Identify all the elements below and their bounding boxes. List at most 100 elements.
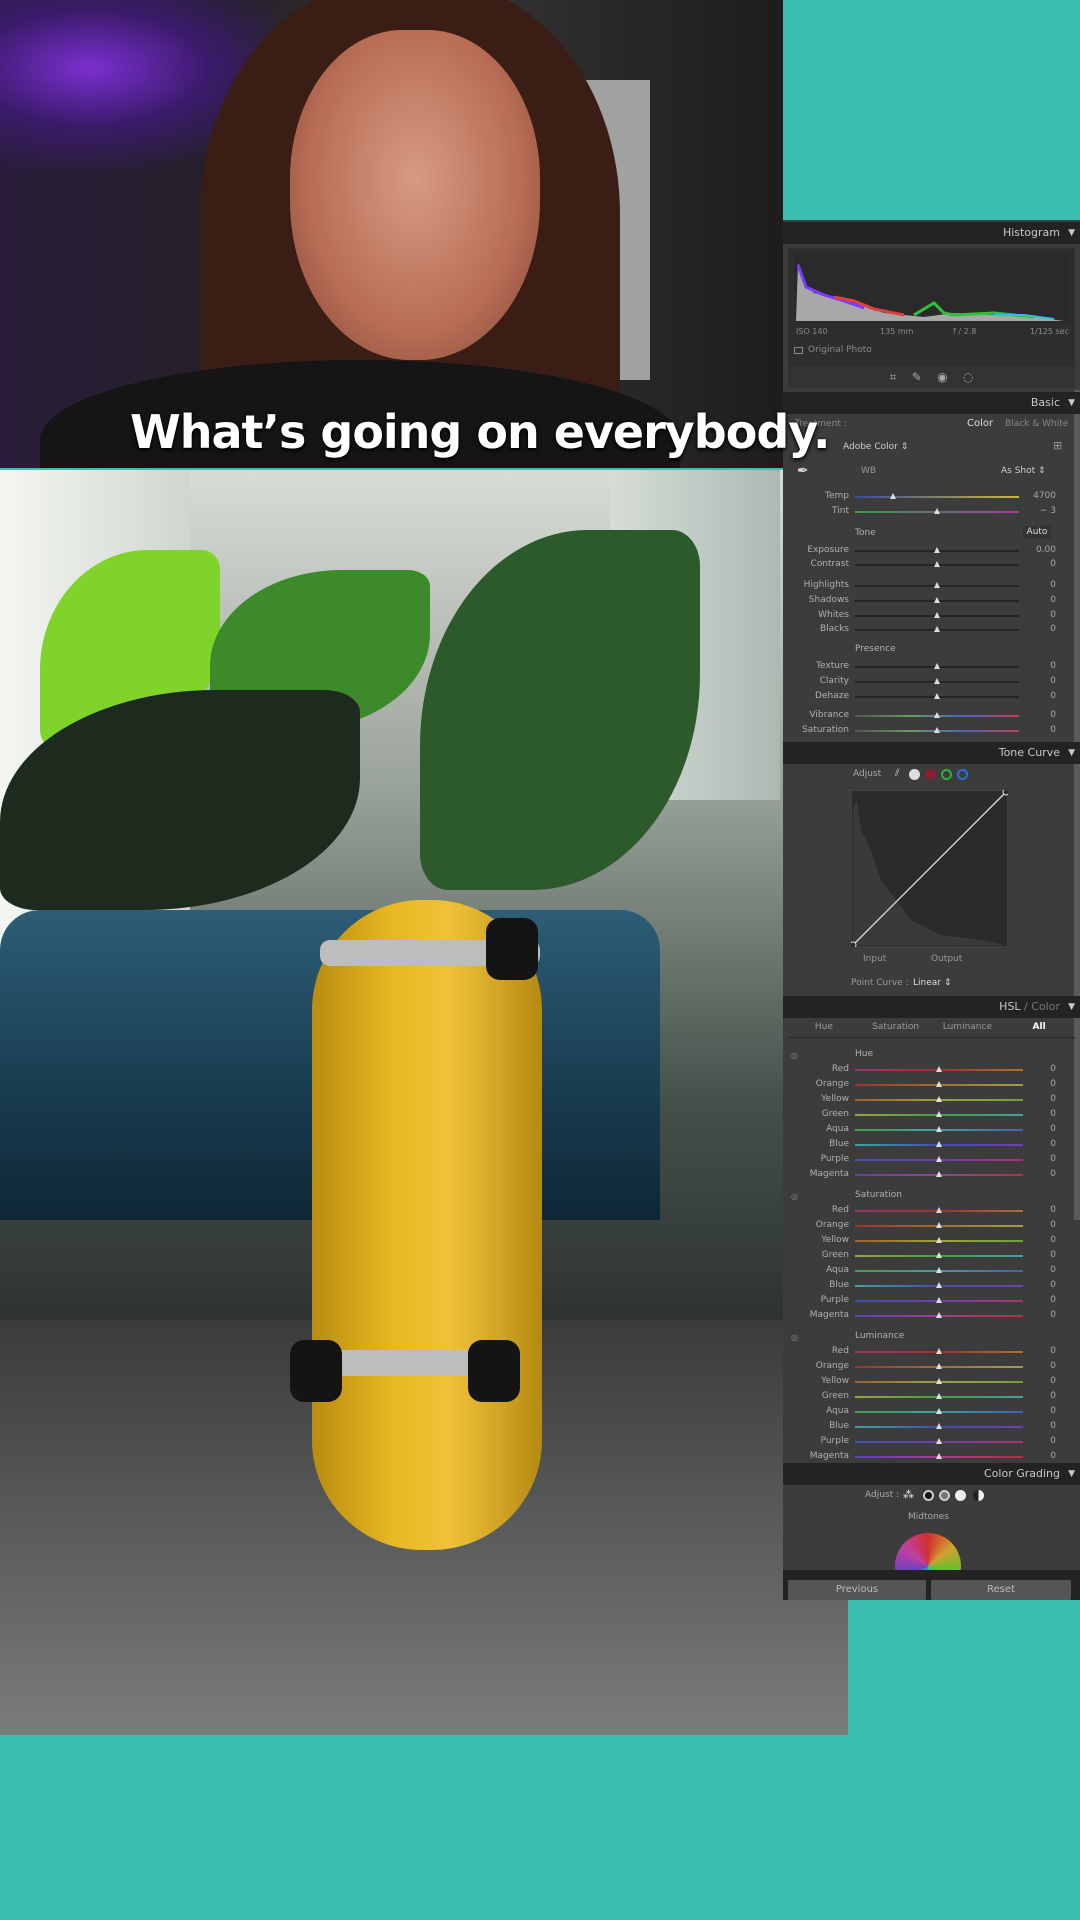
- slider-thumb[interactable]: [934, 626, 940, 632]
- rgb-curve-button[interactable]: [909, 769, 920, 780]
- slider-value[interactable]: 0: [1016, 610, 1056, 620]
- slider-value[interactable]: 0: [1016, 1361, 1056, 1371]
- tone-curve-graph[interactable]: [851, 790, 1008, 947]
- slider-thumb[interactable]: [934, 561, 940, 567]
- slider-value[interactable]: 0: [1016, 710, 1056, 720]
- slider-value[interactable]: 0: [1016, 1094, 1056, 1104]
- slider-value[interactable]: 0: [1016, 1205, 1056, 1215]
- slider-thumb[interactable]: [934, 597, 940, 603]
- slider-value[interactable]: 0: [1016, 1265, 1056, 1275]
- slider-thumb[interactable]: [936, 1081, 942, 1087]
- tone-curve-header[interactable]: Tone Curve ▼: [783, 742, 1080, 764]
- slider-value[interactable]: 0: [1016, 1220, 1056, 1230]
- treatment-color-option[interactable]: Color: [967, 418, 993, 429]
- slider-value[interactable]: 0: [1016, 559, 1056, 569]
- slider-value[interactable]: 0: [1016, 1451, 1056, 1461]
- slider-value[interactable]: − 3: [1016, 506, 1056, 516]
- slider-thumb[interactable]: [936, 1096, 942, 1102]
- parametric-curve-icon[interactable]: ⫽: [895, 768, 899, 779]
- point-curve-dropdown[interactable]: Linear ⇕: [913, 978, 951, 988]
- slider-value[interactable]: 0: [1016, 1139, 1056, 1149]
- hsl-header[interactable]: HSL / Color ▼: [783, 996, 1080, 1018]
- treatment-bw-option[interactable]: Black & White: [1005, 419, 1068, 429]
- slider-value[interactable]: 0: [1016, 1235, 1056, 1245]
- slider-thumb[interactable]: [936, 1126, 942, 1132]
- three-way-view-icon[interactable]: ⁂: [903, 1488, 914, 1501]
- slider-thumb[interactable]: [936, 1423, 942, 1429]
- panel-scrollbar[interactable]: [1074, 390, 1080, 1220]
- hsl-tab-luminance[interactable]: Luminance: [932, 1022, 1004, 1037]
- hsl-tab-saturation[interactable]: Saturation: [860, 1022, 932, 1037]
- wb-dropdown[interactable]: As Shot ⇕: [1001, 466, 1046, 476]
- slider-value[interactable]: 0: [1016, 1406, 1056, 1416]
- hsl-tab-hue[interactable]: Hue: [788, 1022, 860, 1037]
- masking-icon[interactable]: ◌: [963, 370, 973, 384]
- slider-value[interactable]: 0: [1016, 1169, 1056, 1179]
- slider-value[interactable]: 0: [1016, 1376, 1056, 1386]
- slider-value[interactable]: 0: [1016, 1295, 1056, 1305]
- hsl-tab-all[interactable]: All: [1003, 1022, 1075, 1037]
- slider-thumb[interactable]: [936, 1237, 942, 1243]
- auto-tone-button[interactable]: Auto: [1023, 526, 1051, 539]
- slider-value[interactable]: 0.00: [1016, 545, 1056, 555]
- slider-track[interactable]: [855, 496, 1019, 498]
- slider-value[interactable]: 0: [1016, 624, 1056, 634]
- slider-thumb[interactable]: [934, 547, 940, 553]
- slider-thumb[interactable]: [936, 1312, 942, 1318]
- slider-thumb[interactable]: [934, 663, 940, 669]
- slider-value[interactable]: 0: [1016, 725, 1056, 735]
- crop-icon[interactable]: ⌗: [890, 370, 897, 384]
- slider-thumb[interactable]: [889, 493, 896, 499]
- slider-value[interactable]: 0: [1016, 1346, 1056, 1356]
- slider-thumb[interactable]: [936, 1453, 942, 1459]
- collapse-triangle-icon[interactable]: ▼: [1068, 1463, 1075, 1485]
- previous-button[interactable]: Previous: [788, 1580, 926, 1600]
- collapse-triangle-icon[interactable]: ▼: [1068, 742, 1075, 764]
- slider-value[interactable]: 4700: [1016, 491, 1056, 501]
- reset-button[interactable]: Reset: [931, 1580, 1071, 1600]
- collapse-triangle-icon[interactable]: ▼: [1068, 222, 1075, 244]
- slider-thumb[interactable]: [936, 1438, 942, 1444]
- highlights-view-icon[interactable]: [955, 1490, 966, 1501]
- green-curve-button[interactable]: [941, 769, 952, 780]
- blue-curve-button[interactable]: [957, 769, 968, 780]
- slider-thumb[interactable]: [936, 1207, 942, 1213]
- slider-value[interactable]: 0: [1016, 1064, 1056, 1074]
- slider-thumb[interactable]: [934, 693, 940, 699]
- slider-value[interactable]: 0: [1016, 580, 1056, 590]
- slider-thumb[interactable]: [936, 1297, 942, 1303]
- slider-value[interactable]: 0: [1016, 1079, 1056, 1089]
- slider-value[interactable]: 0: [1016, 676, 1056, 686]
- midtones-view-icon[interactable]: [939, 1490, 950, 1501]
- slider-thumb[interactable]: [934, 678, 940, 684]
- profile-dropdown[interactable]: Adobe Color ⇕: [843, 442, 908, 452]
- slider-value[interactable]: 0: [1016, 1391, 1056, 1401]
- slider-value[interactable]: 0: [1016, 1124, 1056, 1134]
- slider-thumb[interactable]: [936, 1171, 942, 1177]
- slider-value[interactable]: 0: [1016, 1436, 1056, 1446]
- slider-thumb[interactable]: [936, 1393, 942, 1399]
- slider-value[interactable]: 0: [1016, 1109, 1056, 1119]
- slider-thumb[interactable]: [936, 1222, 942, 1228]
- target-adjust-icon[interactable]: ◎: [791, 1333, 798, 1342]
- slider-value[interactable]: 0: [1016, 691, 1056, 701]
- red-curve-button[interactable]: [925, 769, 936, 780]
- slider-thumb[interactable]: [936, 1348, 942, 1354]
- slider-thumb[interactable]: [934, 612, 940, 618]
- red-eye-icon[interactable]: ◉: [937, 370, 947, 384]
- target-adjust-icon[interactable]: ◎: [791, 1192, 798, 1201]
- wb-eyedropper-icon[interactable]: ✒: [797, 463, 809, 479]
- slider-value[interactable]: 0: [1016, 1421, 1056, 1431]
- slider-thumb[interactable]: [934, 508, 940, 514]
- histogram-header[interactable]: Histogram ▼: [783, 222, 1080, 244]
- slider-thumb[interactable]: [936, 1267, 942, 1273]
- hsl-title[interactable]: HSL: [999, 1000, 1020, 1013]
- healing-brush-icon[interactable]: ✎: [912, 370, 922, 384]
- slider-value[interactable]: 0: [1016, 1154, 1056, 1164]
- slider-thumb[interactable]: [934, 712, 940, 718]
- slider-thumb[interactable]: [936, 1111, 942, 1117]
- color-grading-header[interactable]: Color Grading ▼: [783, 1463, 1080, 1485]
- slider-thumb[interactable]: [936, 1282, 942, 1288]
- color-title[interactable]: Color: [1031, 1000, 1060, 1013]
- collapse-triangle-icon[interactable]: ▼: [1068, 996, 1075, 1018]
